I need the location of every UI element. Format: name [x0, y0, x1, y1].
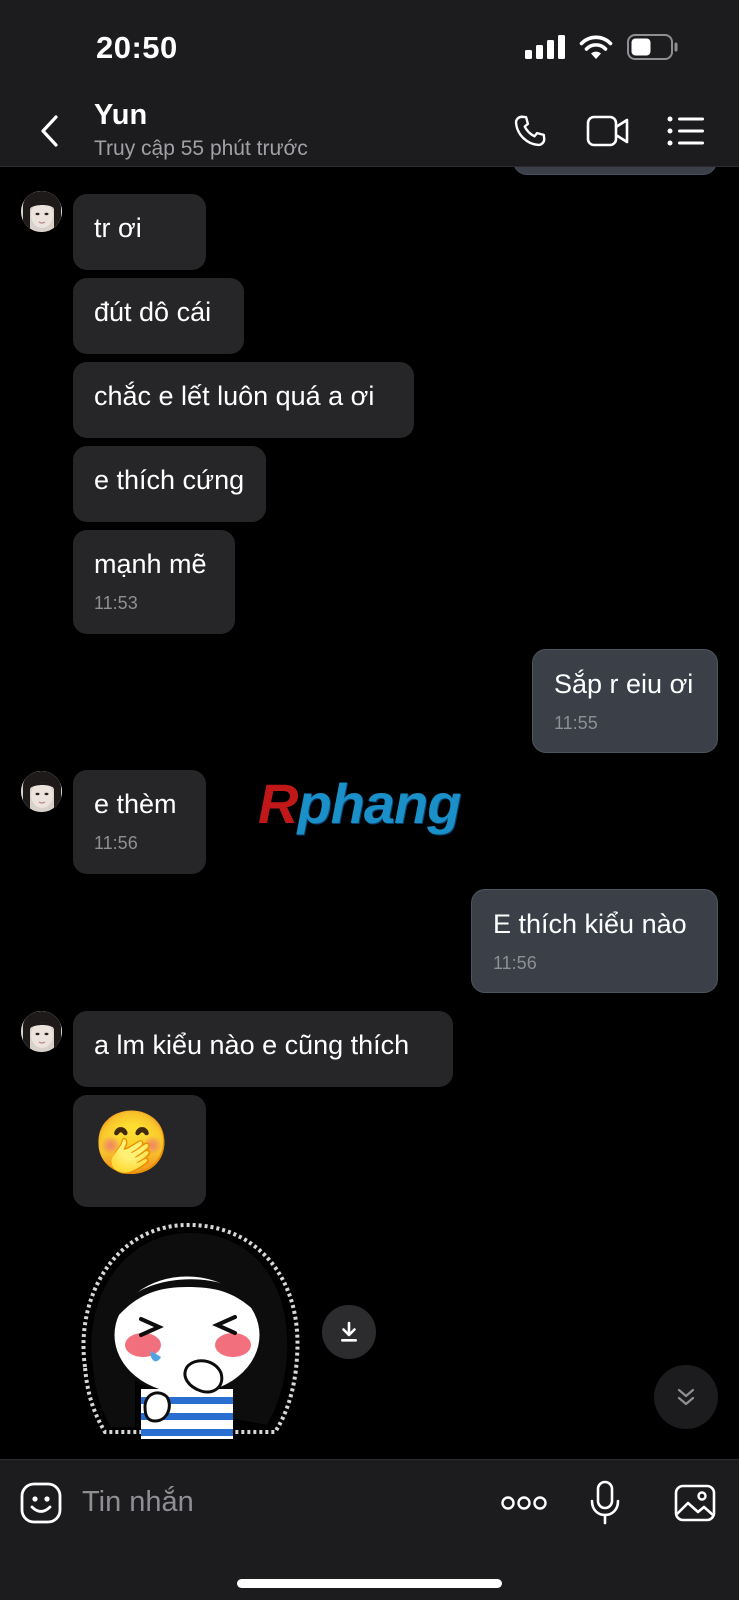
avatar[interactable]	[21, 771, 62, 812]
message-time: 11:56	[94, 833, 138, 853]
more-options-button[interactable]	[500, 1480, 548, 1526]
message-text: Sắp r eiu ơi	[554, 669, 694, 699]
photo-picker-button[interactable]	[672, 1480, 718, 1526]
message-text: E thích kiểu nào	[493, 909, 687, 939]
avatar-photo	[21, 191, 62, 232]
image-icon	[674, 1484, 716, 1522]
message-text: e thích cứng	[94, 465, 245, 495]
message-bubble-outgoing[interactable]: Sắp r eiu ơi 11:55	[532, 649, 718, 753]
cellular-signal-icon	[525, 35, 565, 59]
more-dots-icon	[501, 1496, 547, 1510]
sticker-picker-button[interactable]	[18, 1480, 64, 1526]
message-bubble-incoming[interactable]: e thích cứng	[73, 446, 266, 522]
message-time: 11:55	[554, 713, 598, 733]
voice-call-button[interactable]	[508, 111, 552, 151]
scroll-to-bottom-button[interactable]	[654, 1365, 718, 1429]
message-bubble-incoming[interactable]: a lm kiểu nào e cũng thích	[73, 1011, 453, 1087]
message-bubble-incoming[interactable]: e thèm 11:56	[73, 770, 206, 874]
chat-header: Yun Truy cập 55 phút trước	[0, 95, 739, 167]
voice-record-button[interactable]	[582, 1480, 628, 1526]
message-text: đút dô cái	[94, 297, 212, 327]
message-bubble-incoming[interactable]: tr ơi	[73, 194, 206, 270]
message-input[interactable]: Tin nhắn	[82, 1486, 194, 1519]
emoji-message: 🤭	[93, 1109, 171, 1178]
message-text: chắc e lết luôn quá a ơi	[94, 381, 375, 411]
contact-last-seen: Truy cập 55 phút trước	[94, 137, 308, 160]
video-call-button[interactable]	[584, 111, 632, 151]
message-bubble-incoming[interactable]: chắc e lết luôn quá a ơi	[73, 362, 414, 438]
watermark-first-letter: R	[258, 772, 298, 835]
message-text: mạnh mẽ	[94, 549, 207, 579]
message-list[interactable]: tr ơi đút dô cái chắc e lết luôn quá a ơ…	[0, 167, 739, 1459]
message-time: 11:56	[493, 953, 537, 973]
microphone-icon	[590, 1480, 620, 1525]
back-button[interactable]	[36, 111, 66, 151]
sticker-message[interactable]	[75, 1217, 307, 1449]
download-icon	[341, 1321, 357, 1342]
message-text: e thèm	[94, 789, 177, 819]
video-camera-icon	[586, 115, 629, 147]
watermark-rest: phang	[297, 772, 461, 835]
sticker-girl-giggling	[81, 1222, 300, 1439]
wifi-icon	[579, 35, 613, 59]
message-bubble-outgoing[interactable]: E thích kiểu nào 11:56	[471, 889, 718, 993]
previous-message-bubble[interactable]	[513, 167, 717, 175]
conversation-menu-button[interactable]	[664, 111, 708, 151]
message-bubble-incoming[interactable]: đút dô cái	[73, 278, 244, 354]
contact-name[interactable]: Yun	[94, 99, 147, 132]
status-bar: 20:50	[0, 0, 739, 95]
message-text: a lm kiểu nào e cũng thích	[94, 1030, 410, 1060]
message-input-bar: Tin nhắn	[0, 1459, 739, 1600]
smiley-sticker-icon	[20, 1482, 62, 1524]
avatar[interactable]	[21, 191, 62, 232]
status-icons	[525, 34, 679, 60]
message-text: tr ơi	[94, 213, 142, 243]
home-indicator[interactable]	[237, 1579, 502, 1588]
avatar[interactable]	[21, 1011, 62, 1052]
status-time: 20:50	[96, 30, 178, 65]
message-time: 11:53	[94, 593, 138, 613]
double-chevron-down-icon	[677, 1388, 695, 1406]
message-bubble-incoming[interactable]: mạnh mẽ 11:53	[73, 530, 235, 634]
download-sticker-button[interactable]	[322, 1305, 376, 1359]
phone-icon	[514, 115, 546, 147]
avatar-photo	[21, 1011, 62, 1052]
message-bubble-incoming[interactable]: 🤭	[73, 1095, 206, 1207]
chevron-left-icon	[41, 115, 58, 147]
watermark-logo: Rphang	[258, 771, 461, 836]
battery-icon	[627, 34, 678, 60]
list-menu-icon	[667, 116, 704, 146]
avatar-photo	[21, 771, 62, 812]
